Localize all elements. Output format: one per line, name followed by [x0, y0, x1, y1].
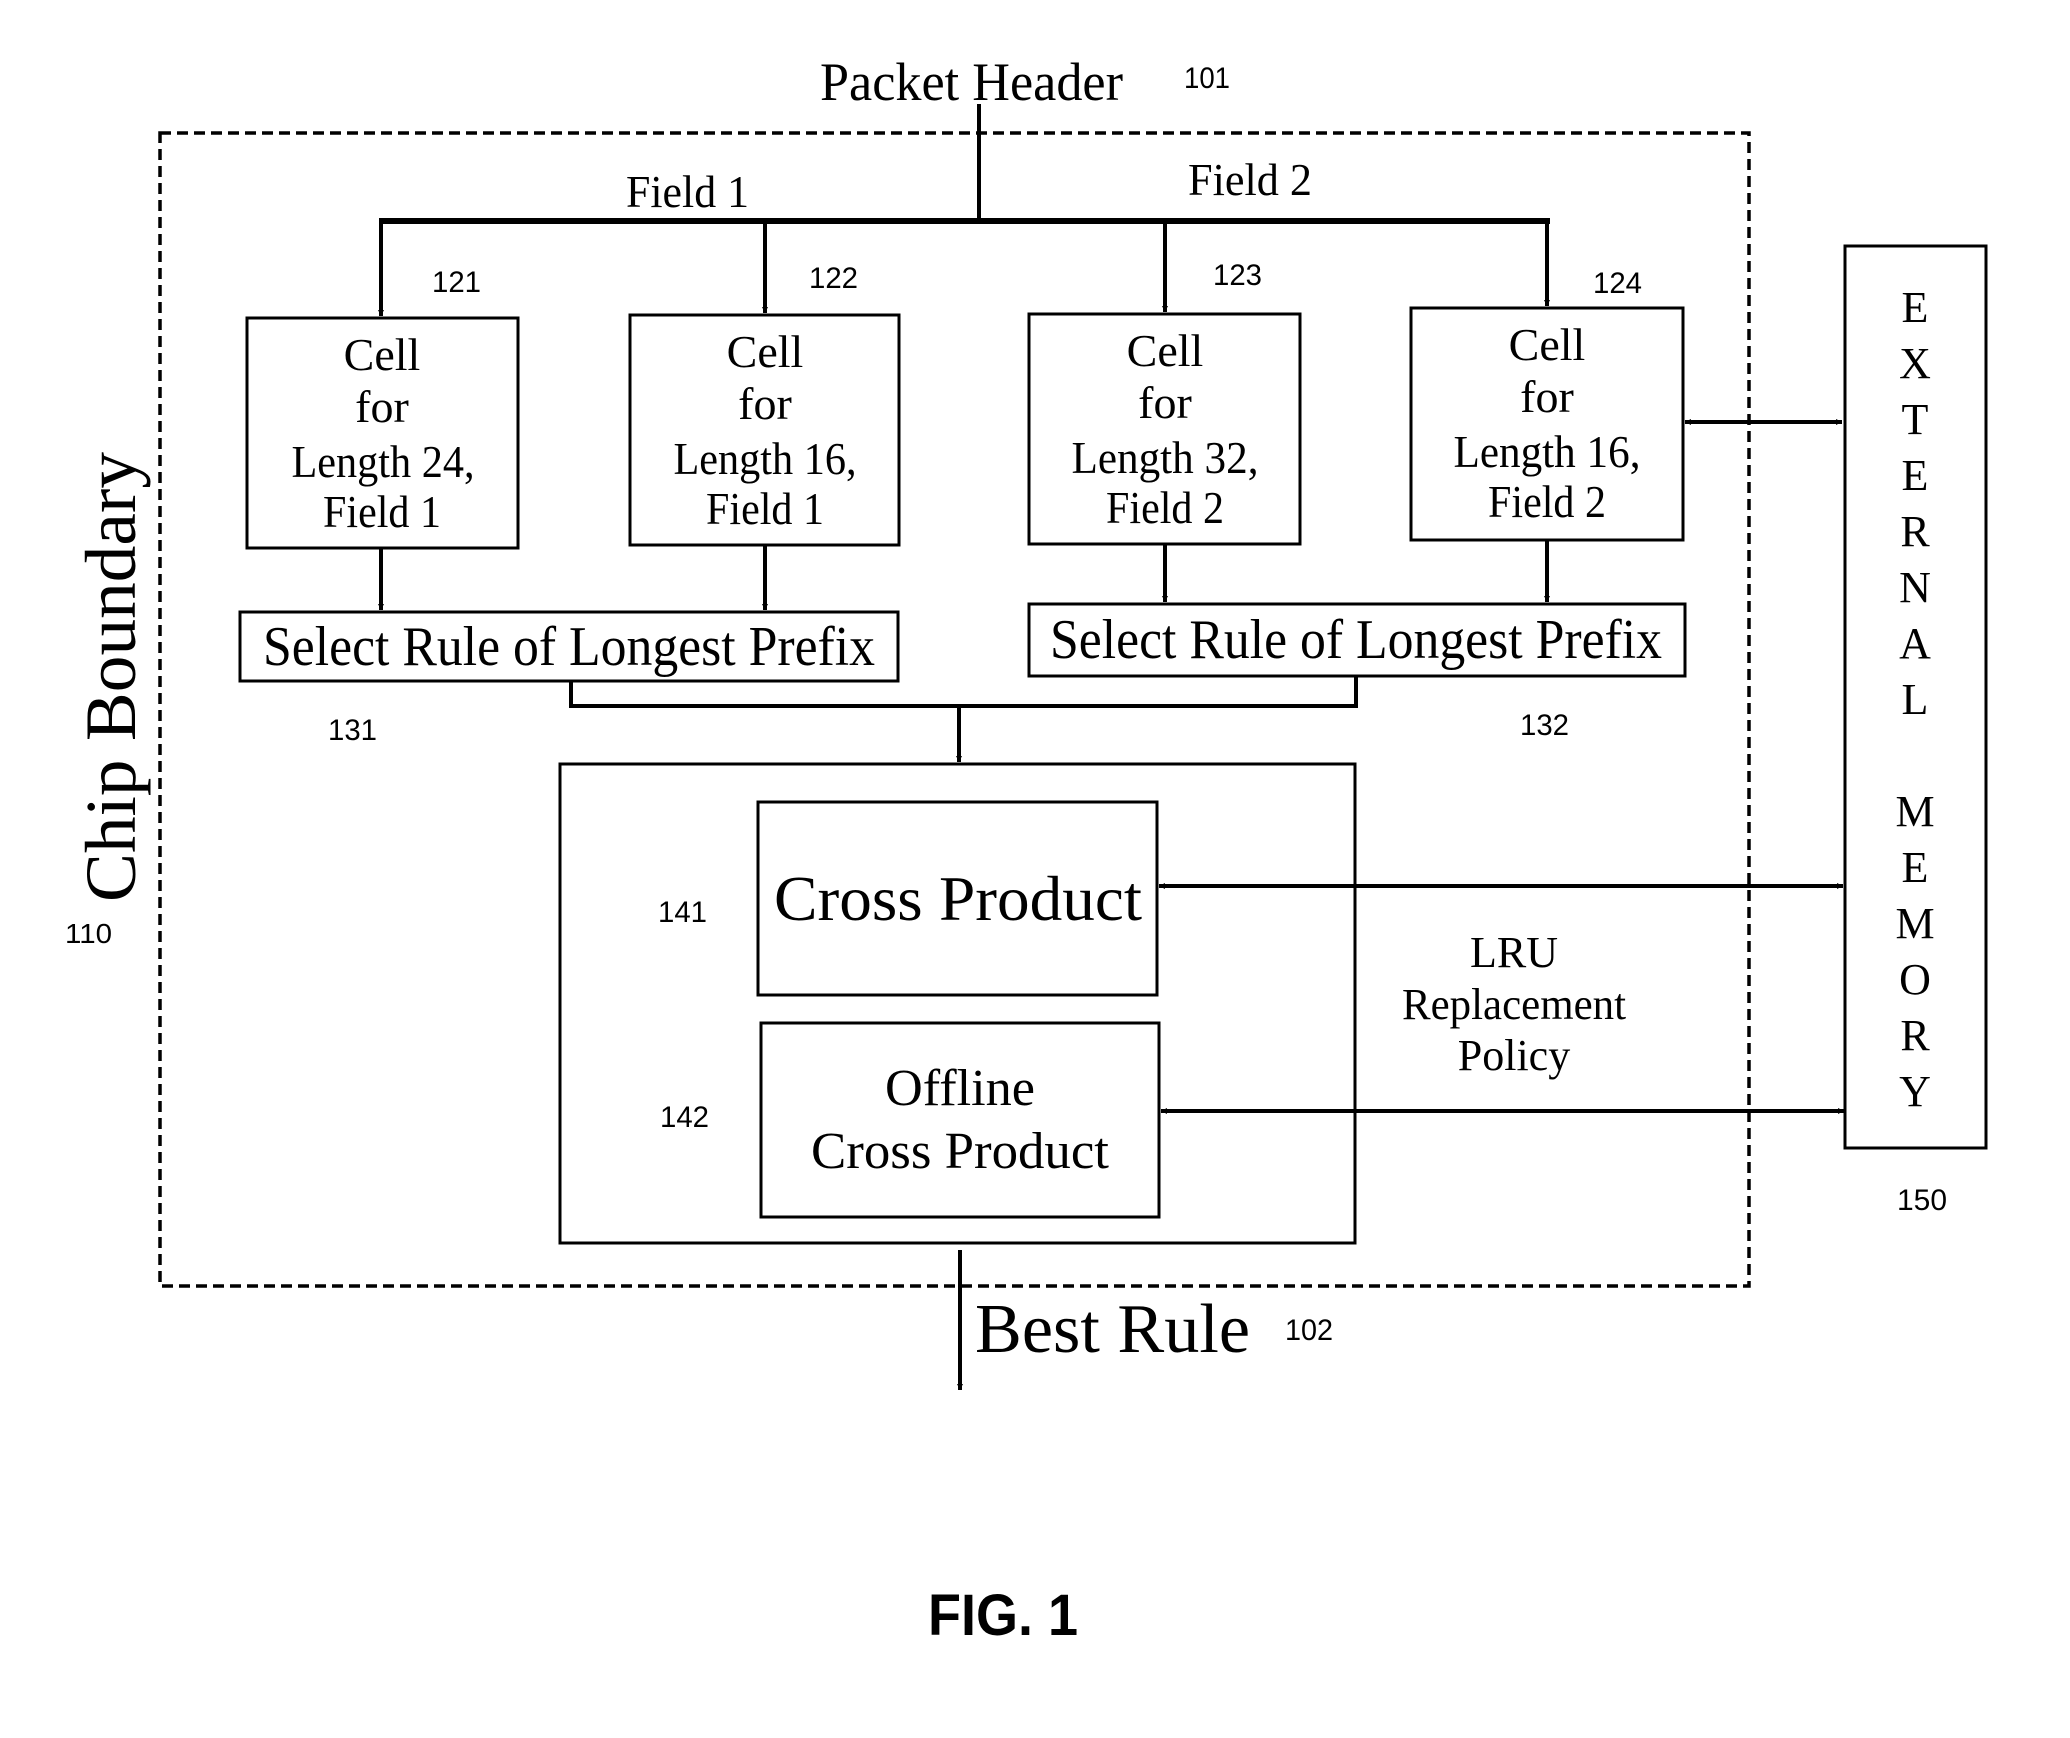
memory-letter: T [1902, 395, 1929, 444]
selector-label: Select Rule of Longest Prefix [1050, 609, 1662, 671]
chip-boundary-label: Chip Boundary [71, 452, 151, 902]
cell-123: Cell for Length 32, Field 2 [1027, 312, 1302, 546]
memory-letter: L [1902, 675, 1929, 724]
external-memory-box: EXTERNALMEMORY [1843, 244, 1988, 1150]
selector-131: Select Rule of Longest Prefix [238, 610, 900, 683]
memory-letter: N [1899, 563, 1931, 612]
policy-line: LRU [1470, 928, 1558, 977]
memory-letter: Y [1899, 1067, 1931, 1116]
cell-line: Length 24, [292, 436, 475, 487]
cell-line: for [1138, 377, 1192, 428]
memory-letter: R [1900, 507, 1930, 556]
cell-ref-123: 123 [1213, 259, 1262, 292]
memory-letter: E [1902, 451, 1929, 500]
lru-policy-label: LRU Replacement Policy [1402, 928, 1626, 1080]
cell-124: Cell for Length 16, Field 2 [1409, 306, 1685, 542]
cell-line: Length 16, [674, 433, 857, 484]
memory-letter: X [1899, 339, 1931, 388]
cell-line: Cell [344, 329, 421, 380]
memory-letter: E [1902, 283, 1929, 332]
cell-ref-121: 121 [432, 266, 481, 299]
memory-letter: M [1895, 787, 1934, 836]
memory-letter: O [1899, 955, 1931, 1004]
memory-letter: M [1895, 899, 1934, 948]
cell-line: for [355, 381, 409, 432]
cell-line: Cell [1127, 325, 1204, 376]
policy-line: Replacement [1402, 980, 1626, 1029]
offline-cross-product-box: Offline Cross Product [759, 1021, 1161, 1219]
chip-boundary-ref: 110 [65, 918, 112, 949]
cell-ref-124: 124 [1593, 267, 1642, 300]
cell-line: Cell [1509, 319, 1586, 370]
cell-line: Field 2 [1488, 476, 1606, 527]
memory-letter: R [1900, 1011, 1930, 1060]
cell-line: for [1520, 371, 1574, 422]
cell-line: Field 1 [706, 483, 824, 534]
offline-label-line: Offline [885, 1060, 1035, 1117]
figure-caption: FIG. 1 [928, 1583, 1078, 1648]
best-rule-ref: 102 [1285, 1314, 1333, 1347]
best-rule-label: Best Rule [975, 1291, 1250, 1368]
cell-122: Cell for Length 16, Field 1 [628, 313, 901, 547]
offline-cross-product-ref: 142 [660, 1101, 709, 1134]
cell-121: Cell for Length 24, Field 1 [245, 316, 520, 550]
selector-132: Select Rule of Longest Prefix [1027, 602, 1687, 678]
cell-line: Length 32, [1072, 432, 1259, 483]
cell-line: Length 16, [1454, 426, 1641, 477]
offline-label-line: Cross Product [811, 1123, 1110, 1180]
packet-header-label: Packet Header [820, 52, 1123, 112]
cell-line: Cell [727, 326, 804, 377]
cross-product-box: Cross Product [756, 800, 1159, 997]
cross-product-ref: 141 [658, 896, 707, 929]
field1-label: Field 1 [626, 166, 749, 217]
memory-letter: A [1899, 619, 1931, 668]
field2-label: Field 2 [1188, 154, 1312, 205]
selector-ref-131: 131 [328, 714, 377, 747]
cell-ref-122: 122 [809, 262, 858, 295]
cell-line: Field 2 [1106, 482, 1224, 533]
packet-header-ref: 101 [1184, 62, 1230, 95]
selector-ref-132: 132 [1520, 709, 1569, 742]
policy-line: Policy [1458, 1031, 1570, 1080]
patent-diagram: Packet Header 101 Chip Boundary 110 Fiel… [65, 52, 1988, 1648]
cell-line: for [738, 378, 792, 429]
cell-line: Field 1 [323, 486, 441, 537]
cross-product-label: Cross Product [774, 863, 1142, 934]
selector-label: Select Rule of Longest Prefix [263, 616, 875, 678]
memory-letter: E [1902, 843, 1929, 892]
external-memory-ref: 150 [1897, 1184, 1947, 1217]
